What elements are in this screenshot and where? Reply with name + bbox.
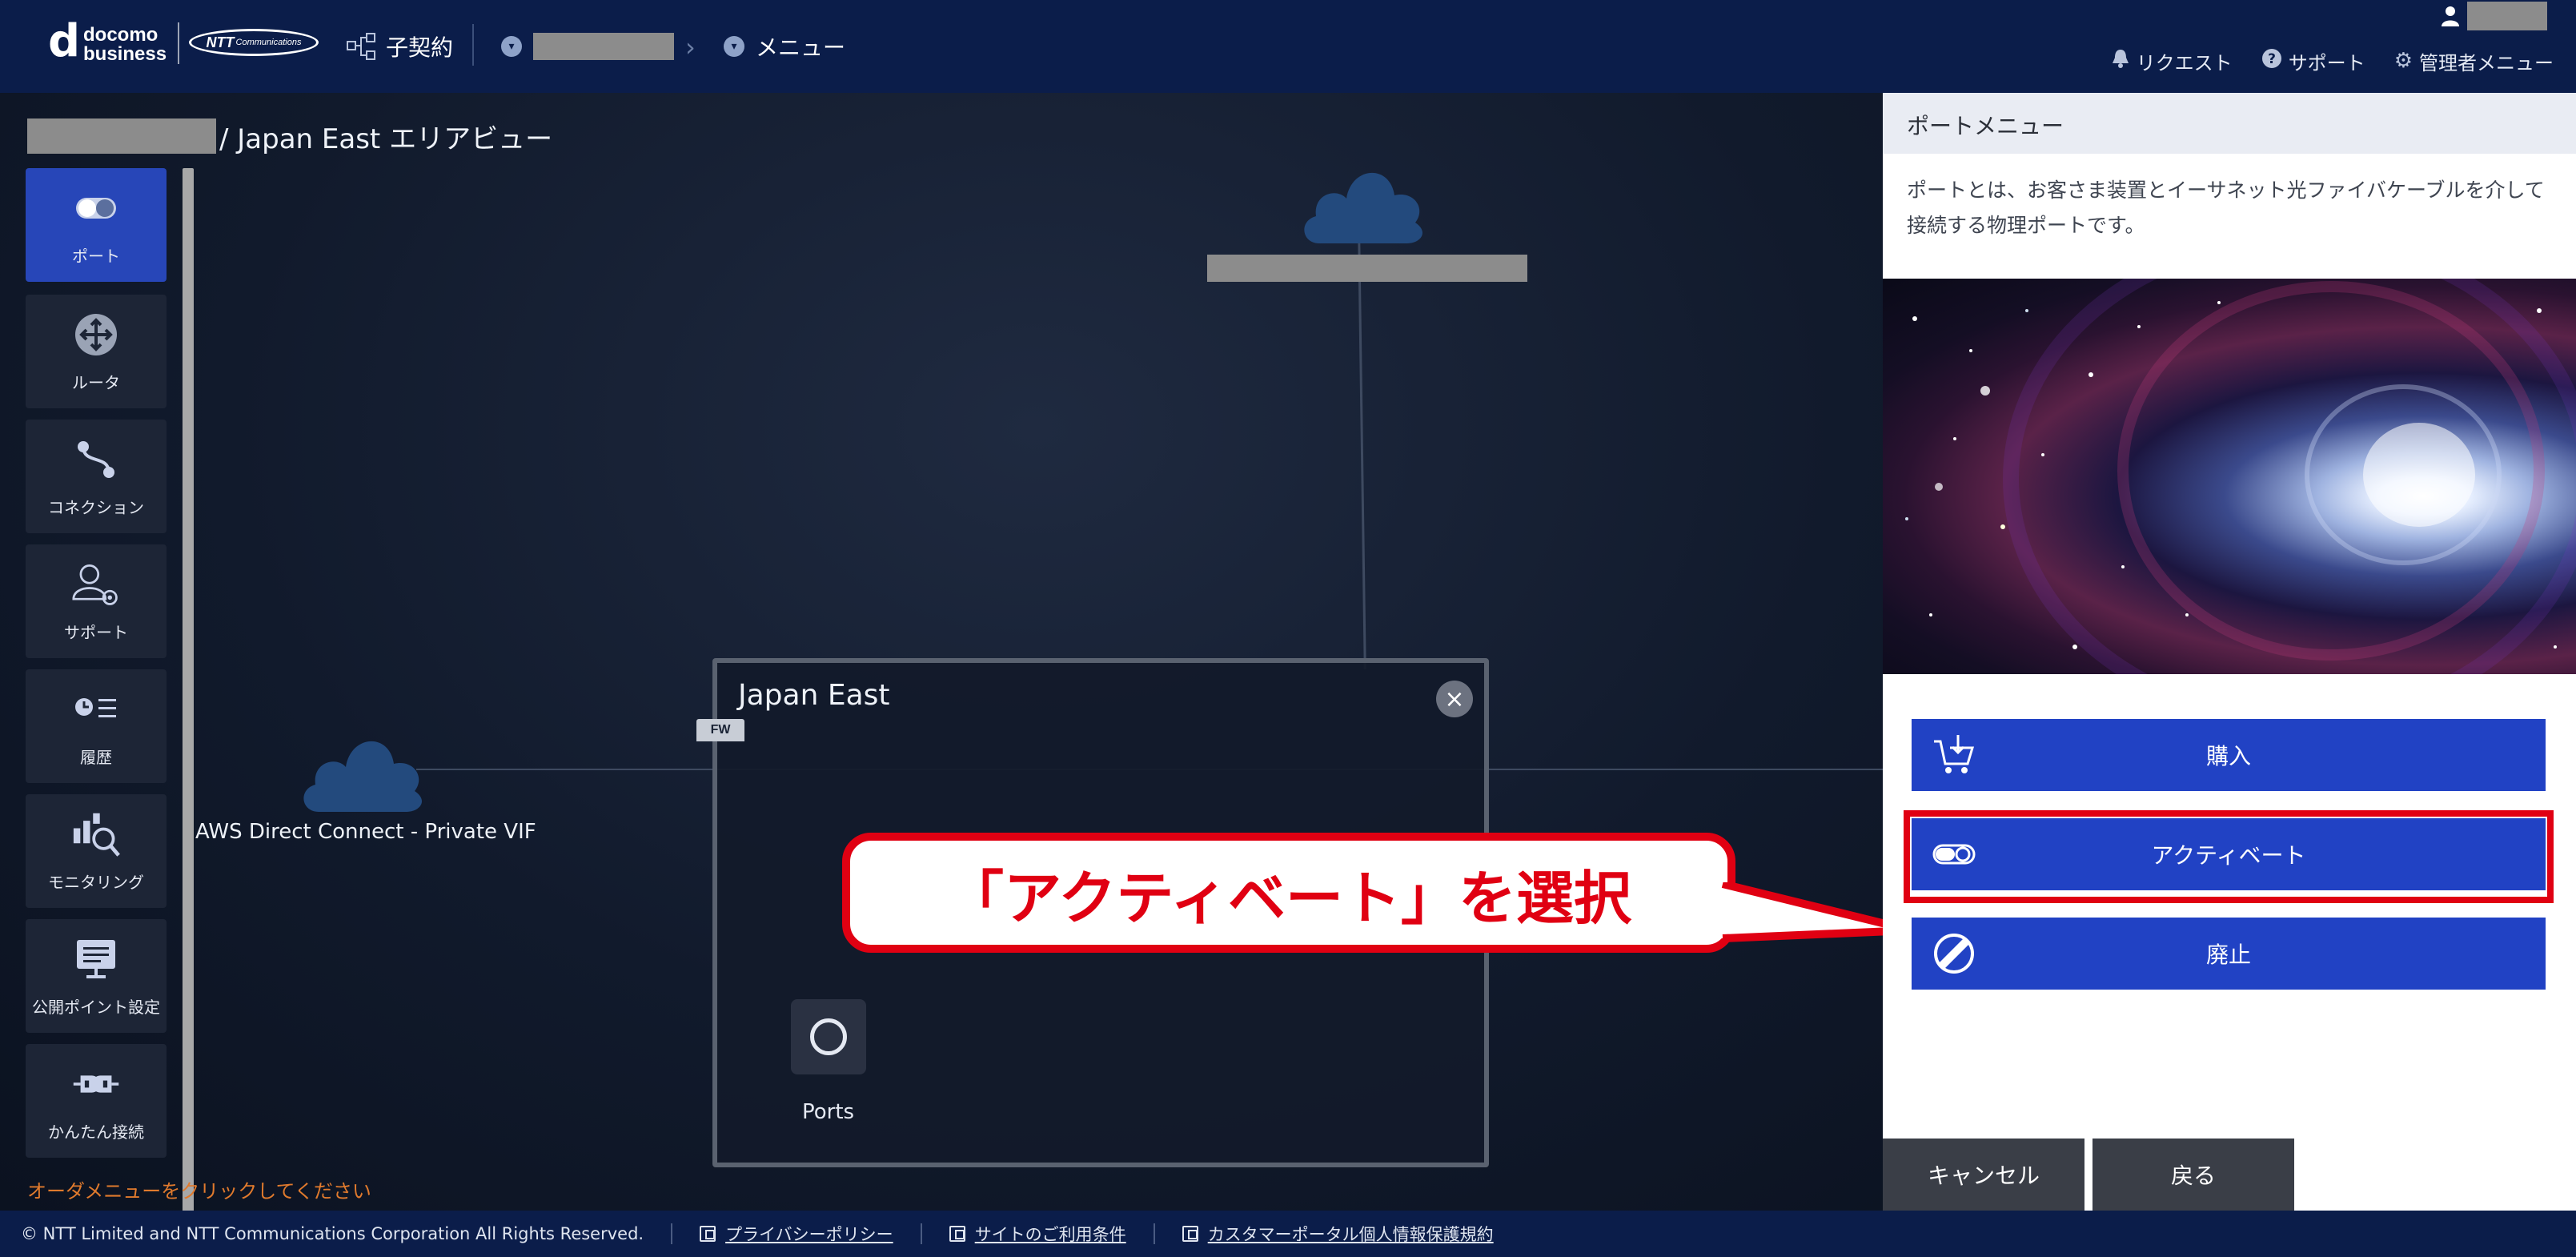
contract-label: 子契約	[386, 34, 454, 61]
sidebar-item-history[interactable]: 履歴	[26, 669, 167, 783]
connection-icon	[72, 436, 120, 484]
gear-icon: ⚙	[2393, 49, 2413, 73]
hierarchy-icon	[347, 33, 375, 60]
sidebar-item-monitoring[interactable]: モニタリング	[26, 794, 167, 908]
chevron-down-circle-icon: ▾	[501, 36, 522, 57]
privacy-policy-link[interactable]: プライバシーポリシー	[700, 1222, 893, 1246]
external-link-icon	[949, 1226, 965, 1242]
header-links: リクエスト ? サポート ⚙ 管理者メニュー	[2111, 45, 2554, 77]
nav-divider	[472, 24, 474, 66]
fw-badge[interactable]: FW	[696, 719, 744, 741]
footer-divider	[920, 1223, 922, 1244]
ports-label: Ports	[802, 1100, 855, 1124]
copyright-text: © NTT Limited and NTT Communications Cor…	[21, 1224, 644, 1243]
router-icon	[72, 311, 120, 359]
footer-divider	[671, 1223, 673, 1244]
page-title: / Japan East エリアビュー	[27, 118, 552, 155]
sidebar-item-public-point[interactable]: 公開ポイント設定	[26, 919, 167, 1033]
monitoring-icon	[72, 810, 120, 858]
sidebar-scrollbar[interactable]	[183, 168, 194, 1211]
sidebar-item-router[interactable]: ルータ	[26, 295, 167, 408]
link-line	[1358, 237, 1366, 669]
history-icon	[72, 685, 120, 733]
close-icon[interactable]: ×	[1436, 681, 1473, 717]
port-circle-icon	[810, 1018, 847, 1055]
logo-text-docomo: docomo	[83, 24, 158, 46]
external-link-icon	[700, 1226, 716, 1242]
panel-description: ポートとは、お客さま装置とイーサネット光ファイバケーブルを介して接続する物理ポー…	[1907, 179, 2545, 237]
footer-divider	[1153, 1223, 1155, 1244]
bell-icon	[2111, 48, 2130, 74]
logo-text-business: business	[83, 43, 167, 65]
contract-nav[interactable]: 子契約	[346, 29, 453, 64]
terms-link[interactable]: サイトのご利用条件	[949, 1222, 1126, 1246]
logo-divider	[178, 22, 179, 64]
star-field	[1905, 279, 2576, 674]
port-menu-panel: ポートメニュー ポートとは、お客さま装置とイーサネット光ファイバケーブルを介して…	[1883, 93, 2576, 1211]
footer: © NTT Limited and NTT Communications Cor…	[0, 1211, 2576, 1257]
aws-cloud-icon[interactable]	[295, 727, 427, 815]
menu-label: メニュー	[756, 34, 846, 61]
redacted-tenant-name	[27, 118, 216, 154]
cancel-button[interactable]: キャンセル	[1883, 1139, 2084, 1211]
user-icon	[2438, 2, 2462, 30]
purchase-button[interactable]: 購入	[1912, 719, 2546, 791]
user-account[interactable]	[2438, 0, 2554, 32]
activate-highlight-frame	[1904, 810, 2554, 903]
abolish-button[interactable]: 廃止	[1912, 918, 2546, 990]
account-selector[interactable]: ▾	[501, 30, 674, 62]
instruction-callout: 「アクティベート」を選択	[842, 833, 1883, 953]
breadcrumb-chevron-icon: ›	[685, 32, 696, 62]
cloud-icon[interactable]	[1295, 159, 1428, 247]
redacted-cloud-name	[1207, 255, 1527, 282]
order-hint-text: オーダメニューをクリックしてください	[27, 1180, 371, 1203]
back-button[interactable]: 戻る	[2092, 1139, 2294, 1211]
public-point-icon	[72, 935, 120, 983]
sidebar-item-port[interactable]: ポート	[26, 168, 167, 282]
area-view-canvas[interactable]: / Japan East エリアビュー AWS Direct Connect -…	[0, 93, 1883, 1211]
top-header: d docomo business NTT Communications 子契約 …	[0, 0, 2576, 93]
ports-button[interactable]	[791, 999, 866, 1074]
admin-menu-link[interactable]: ⚙ 管理者メニュー	[2394, 47, 2554, 75]
support-link[interactable]: ? サポート	[2261, 47, 2365, 75]
prohibited-icon	[1932, 932, 1976, 975]
chevron-down-circle-icon: ▾	[724, 36, 744, 57]
ntt-communications-logo: NTT Communications	[189, 29, 319, 56]
callout-text: 「アクティベート」を選択	[842, 833, 1735, 953]
redacted-user-name	[2467, 2, 2547, 30]
easy-connect-icon	[72, 1060, 120, 1108]
sidebar-item-easy-connect[interactable]: かんたん接続	[26, 1044, 167, 1158]
port-toggle-icon	[72, 184, 120, 232]
help-circle-icon: ?	[2261, 48, 2282, 74]
external-link-icon	[1182, 1226, 1198, 1242]
menu-selector[interactable]: ▾ メニュー	[724, 30, 845, 62]
sidebar-item-support[interactable]: サポート	[26, 544, 167, 658]
area-title: Japan East	[738, 679, 890, 712]
request-link[interactable]: リクエスト	[2111, 47, 2233, 75]
panel-title: ポートメニュー	[1883, 93, 2576, 154]
support-user-icon	[72, 560, 120, 608]
aws-direct-connect-label: AWS Direct Connect - Private VIF	[195, 820, 536, 844]
callout-pointer	[1719, 882, 1883, 942]
sidebar-item-connection[interactable]: コネクション	[26, 420, 167, 533]
redacted-account-name	[533, 33, 674, 60]
docomo-business-logo[interactable]: d docomo business	[48, 18, 168, 69]
svg-text:?: ?	[2268, 51, 2276, 67]
portal-privacy-link[interactable]: カスタマーポータル個人情報保護規約	[1182, 1222, 1494, 1246]
cart-download-icon	[1932, 733, 1976, 777]
galaxy-wormhole-image	[1883, 279, 2576, 674]
